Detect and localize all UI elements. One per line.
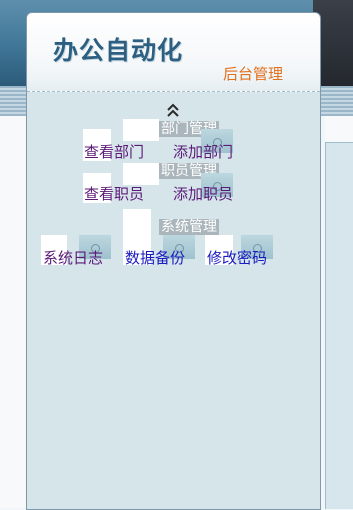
panel-header: 办公自动化 后台管理 (27, 13, 320, 92)
data-backup-link[interactable]: 数据备份 (125, 247, 185, 268)
app-title: 办公自动化 (53, 36, 184, 65)
content-panel (325, 142, 353, 509)
change-password-link[interactable]: 修改密码 (207, 247, 267, 268)
add-staff-link[interactable]: 添加职员 (173, 183, 233, 204)
staff-header-left-block (123, 163, 159, 185)
view-staff-link[interactable]: 查看职员 (84, 183, 144, 204)
dept-header-left-block (123, 119, 159, 141)
admin-label: 后台管理 (223, 65, 284, 83)
system-manage-header[interactable]: 系统管理 (159, 219, 219, 235)
left-gutter (0, 116, 26, 508)
sidebar-menu-panel: 办公自动化 后台管理 部门管理 查看部门 添加部门 职员管理 查看职员 添加职员… (26, 12, 321, 510)
system-log-link[interactable]: 系统日志 (43, 247, 103, 268)
collapse-up-icon[interactable] (166, 103, 180, 117)
view-dept-link[interactable]: 查看部门 (84, 141, 144, 162)
add-dept-link[interactable]: 添加部门 (173, 141, 233, 162)
